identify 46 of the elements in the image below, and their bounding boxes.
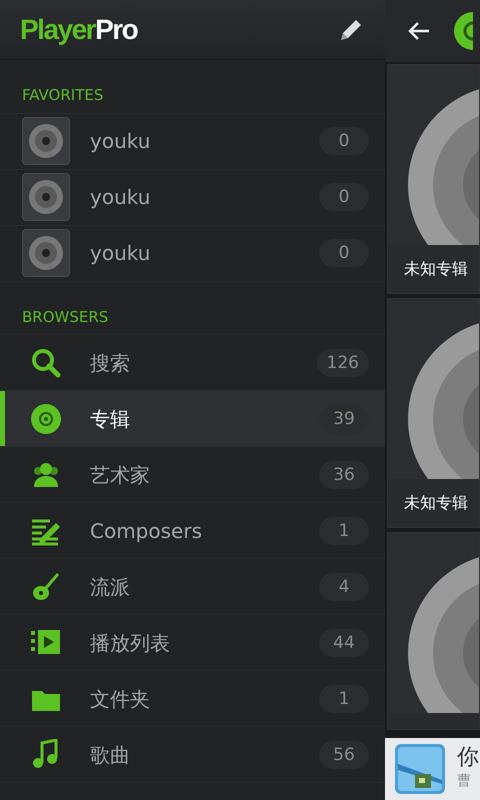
favorite-item[interactable]: youku 0: [0, 226, 385, 282]
notification-text: 曹: [457, 772, 472, 791]
item-count: 39: [319, 404, 369, 432]
browser-item[interactable]: 播放列表 44: [0, 615, 385, 671]
item-count: 0: [319, 127, 369, 155]
item-count: 0: [319, 239, 369, 267]
item-count: 4: [319, 572, 369, 600]
app-logo: PlayerPro: [20, 12, 138, 47]
browser-item[interactable]: 歌曲 56: [0, 727, 385, 783]
item-label: 专辑: [90, 406, 131, 432]
item-count: 36: [319, 460, 369, 488]
search-icon: [30, 346, 62, 378]
disc-icon: [30, 402, 62, 434]
album-title: 未知专辑: [404, 492, 468, 514]
browser-item[interactable]: Composers 1: [0, 503, 385, 559]
browser-item[interactable]: 艺术家 36: [0, 447, 385, 503]
item-label: 播放列表: [90, 630, 171, 656]
browser-item[interactable]: 文件夹 1: [0, 671, 385, 727]
notification-title: 你: [457, 746, 479, 771]
item-label: 搜索: [90, 350, 131, 376]
item-label: youku: [90, 240, 152, 267]
item-count: 1: [319, 684, 369, 712]
disc-icon: [28, 235, 64, 271]
disc-icon: [28, 179, 64, 215]
item-label: Composers: [90, 518, 203, 544]
album-title: 未知专辑: [404, 258, 468, 280]
item-count: 126: [316, 348, 369, 376]
favorite-item[interactable]: youku 0: [0, 114, 385, 170]
favorite-item[interactable]: youku 0: [0, 170, 385, 226]
item-count: 1: [319, 516, 369, 544]
disc-icon: [28, 123, 64, 159]
item-label: 艺术家: [90, 462, 151, 488]
browser-item[interactable]: 流派 4: [0, 559, 385, 615]
item-count: 56: [319, 740, 369, 768]
item-label: youku: [90, 184, 152, 211]
item-count: 44: [319, 628, 369, 656]
item-count: 0: [319, 183, 369, 211]
item-label: 歌曲: [90, 742, 131, 768]
item-label: youku: [90, 128, 152, 155]
item-label: 流派: [90, 574, 131, 600]
notification-toast[interactable]: 你 曹: [385, 738, 480, 800]
album-tile[interactable]: 未知专辑: [387, 64, 480, 294]
browser-item[interactable]: 专辑 39: [0, 391, 385, 447]
item-label: 文件夹: [90, 686, 151, 712]
guitar-icon: [30, 570, 62, 602]
album-tile[interactable]: 未知专辑: [387, 298, 480, 528]
